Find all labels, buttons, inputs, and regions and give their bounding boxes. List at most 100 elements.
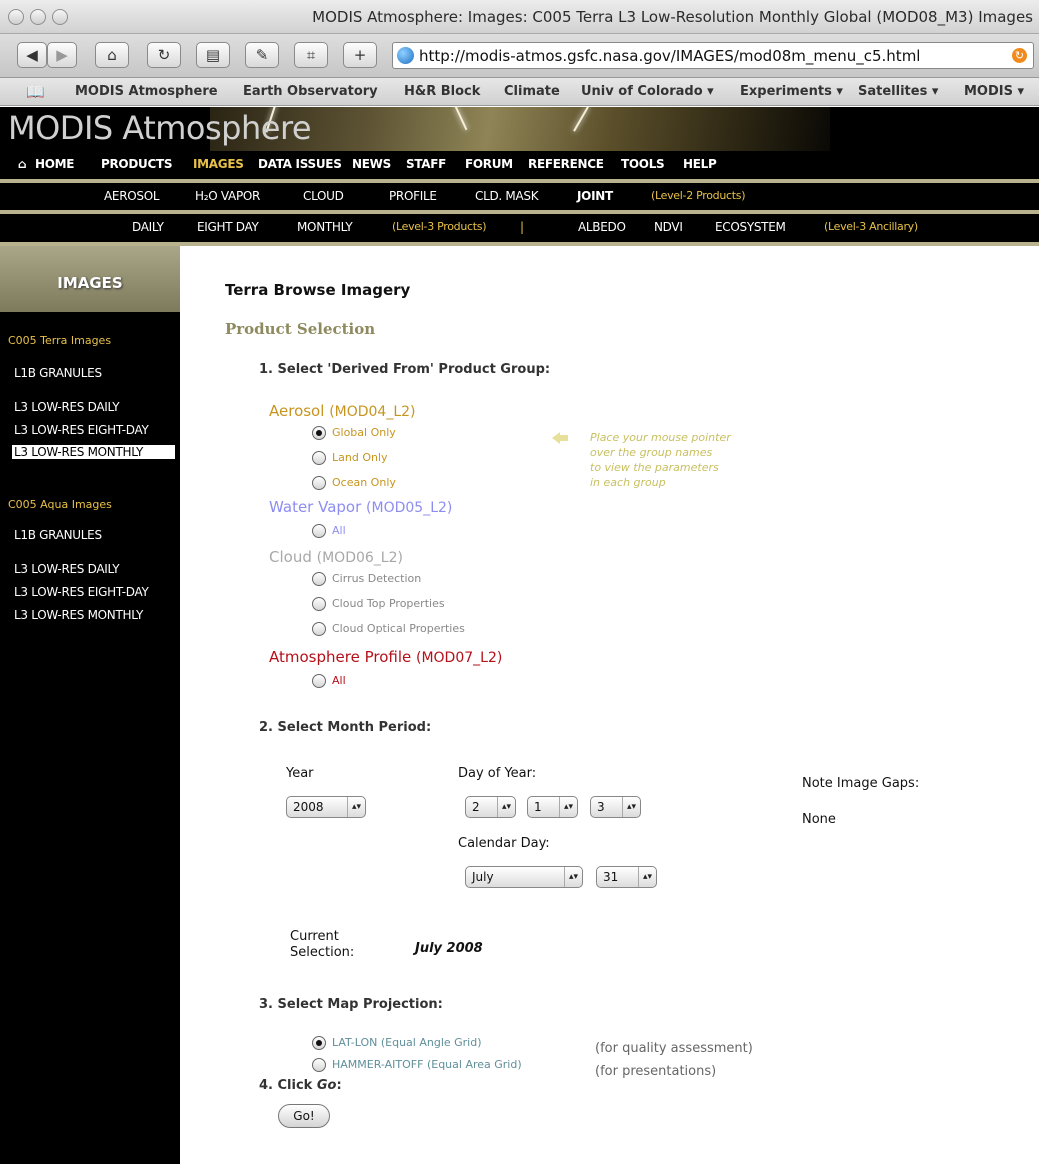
sidebar-item-aqua-l1b[interactable]: L1B GRANULES <box>14 528 102 542</box>
nav-monthly[interactable]: MONTHLY <box>297 220 353 234</box>
radio-icon[interactable] <box>312 572 326 586</box>
back-button[interactable]: ◀ <box>17 42 47 68</box>
home-nav-icon[interactable]: ⌂ <box>18 157 27 171</box>
month-select[interactable]: July ▴▾ <box>465 866 583 888</box>
doy-tens-value: 1 <box>534 800 542 814</box>
group-water-vapor[interactable]: Water Vapor (MOD05_L2) <box>269 498 452 516</box>
option-aerosol-global[interactable]: Global Only <box>312 426 396 440</box>
nav-tools[interactable]: TOOLS <box>621 157 665 171</box>
nav-images[interactable]: IMAGES <box>193 157 244 171</box>
edit-icon: ✎ <box>255 46 269 64</box>
radio-icon[interactable] <box>312 597 326 611</box>
group-aerosol-name[interactable]: Aerosol <box>269 402 324 420</box>
calendar-day-select[interactable]: 31 ▴▾ <box>596 866 657 888</box>
nav-cloud[interactable]: CLOUD <box>303 189 344 203</box>
nav-forum[interactable]: FORUM <box>465 157 513 171</box>
hint-line: Place your mouse pointer <box>590 431 731 444</box>
nav-joint[interactable]: JOINT <box>577 189 613 203</box>
projection-hammer-aitoff[interactable]: HAMMER-AITOFF (Equal Area Grid) <box>312 1058 522 1072</box>
bookmark-modis[interactable]: MODIS ▾ <box>964 84 1024 99</box>
bookmark-experiments[interactable]: Experiments ▾ <box>740 84 843 99</box>
group-profile-name[interactable]: Atmosphere Profile <box>269 648 411 666</box>
url-reload-icon[interactable]: ↻ <box>1012 48 1027 63</box>
nav-help[interactable]: HELP <box>683 157 717 171</box>
home-button[interactable]: ⌂ <box>95 42 129 68</box>
hint-line: in each group <box>590 476 666 489</box>
group-cloud-name[interactable]: Cloud <box>269 548 312 566</box>
radio-selected-icon[interactable] <box>312 426 326 440</box>
nav-staff[interactable]: STAFF <box>406 157 446 171</box>
bookmark-hr-block[interactable]: H&R Block <box>404 84 480 99</box>
group-atmosphere-profile[interactable]: Atmosphere Profile (MOD07_L2) <box>269 648 502 666</box>
nav-products[interactable]: PRODUCTS <box>101 157 172 171</box>
go-button[interactable]: Go! <box>278 1104 330 1128</box>
address-bar[interactable]: http://modis-atmos.gsfc.nasa.gov/IMAGES/… <box>392 42 1034 69</box>
radio-selected-icon[interactable] <box>312 1036 326 1050</box>
nav-data-issues[interactable]: DATA ISSUES <box>258 157 342 171</box>
close-window-button[interactable] <box>8 9 24 25</box>
radio-icon[interactable] <box>312 451 326 465</box>
zoom-window-button[interactable] <box>52 9 68 25</box>
group-cloud[interactable]: Cloud (MOD06_L2) <box>269 548 403 566</box>
window-title: MODIS Atmosphere: Images: C005 Terra L3 … <box>312 8 1033 26</box>
forward-button[interactable]: ▶ <box>47 42 77 68</box>
nav-eight-day[interactable]: EIGHT DAY <box>197 220 259 234</box>
sidebar-item-aqua-daily[interactable]: L3 LOW-RES DAILY <box>14 562 120 576</box>
bookmark-modis-atmosphere[interactable]: MODIS Atmosphere <box>75 84 218 99</box>
bookmarks-book-icon[interactable]: 📖 <box>26 83 45 101</box>
radio-icon[interactable] <box>312 622 326 636</box>
sidebar-item-aqua-monthly[interactable]: L3 LOW-RES MONTHLY <box>14 608 143 622</box>
sidebar-item-aqua-eight-day[interactable]: L3 LOW-RES EIGHT-DAY <box>14 585 149 599</box>
sidebar-item-terra-eight-day[interactable]: L3 LOW-RES EIGHT-DAY <box>14 423 149 437</box>
sidebar-item-terra-daily[interactable]: L3 LOW-RES DAILY <box>14 400 120 414</box>
radio-icon[interactable] <box>312 1058 326 1072</box>
plus-icon: + <box>353 46 367 64</box>
nav-home[interactable]: HOME <box>35 157 74 171</box>
option-aerosol-land[interactable]: Land Only <box>312 451 388 465</box>
nav-h2o-vapor[interactable]: H₂O VAPOR <box>195 189 260 203</box>
url-text[interactable]: http://modis-atmos.gsfc.nasa.gov/IMAGES/… <box>419 47 920 65</box>
radio-icon[interactable] <box>312 476 326 490</box>
sidebar-item-terra-l1b[interactable]: L1B GRANULES <box>14 366 102 380</box>
nav-albedo[interactable]: ALBEDO <box>578 220 626 234</box>
bookmark-climate[interactable]: Climate <box>504 84 560 99</box>
group-cloud-code: (MOD06_L2) <box>316 550 403 566</box>
bookmark-earth-observatory[interactable]: Earth Observatory <box>243 84 378 99</box>
snippet-button[interactable]: ⌗ <box>294 42 328 68</box>
doy-hundreds-select[interactable]: 2 ▴▾ <box>465 796 516 818</box>
projection-lat-lon[interactable]: LAT-LON (Equal Angle Grid) <box>312 1036 482 1050</box>
nav-reference[interactable]: REFERENCE <box>528 157 604 171</box>
nav-news[interactable]: NEWS <box>352 157 391 171</box>
bookmark-satellites[interactable]: Satellites ▾ <box>858 84 938 99</box>
option-water-all[interactable]: All <box>312 524 346 538</box>
doy-ones-select[interactable]: 3 ▴▾ <box>590 796 641 818</box>
radio-icon[interactable] <box>312 524 326 538</box>
bookmark-univ-colorado[interactable]: Univ of Colorado ▾ <box>581 84 714 99</box>
nav-aerosol[interactable]: AEROSOL <box>104 189 160 203</box>
year-select[interactable]: 2008 ▴▾ <box>286 796 366 818</box>
add-bookmark-button[interactable]: + <box>343 42 377 68</box>
step1-heading: 1. Select 'Derived From' Product Group: <box>259 362 551 377</box>
print-button[interactable]: ▤ <box>196 42 230 68</box>
group-aerosol[interactable]: Aerosol (MOD04_L2) <box>269 402 416 420</box>
nav-profile[interactable]: PROFILE <box>389 189 437 203</box>
main-nav: ⌂ HOME PRODUCTS IMAGES DATA ISSUES NEWS … <box>0 151 1039 179</box>
nav-daily[interactable]: DAILY <box>132 220 164 234</box>
option-profile-all[interactable]: All <box>312 674 346 688</box>
nav-cld-mask[interactable]: CLD. MASK <box>475 189 539 203</box>
option-cloud-optical[interactable]: Cloud Optical Properties <box>312 622 465 636</box>
nav-ndvi[interactable]: NDVI <box>654 220 683 234</box>
edit-button[interactable]: ✎ <box>245 42 279 68</box>
minimize-window-button[interactable] <box>30 9 46 25</box>
site-logo-title[interactable]: MODIS Atmosphere <box>8 109 312 147</box>
sidebar-item-terra-monthly[interactable]: L3 LOW-RES MONTHLY <box>12 445 175 459</box>
nav-ecosystem[interactable]: ECOSYSTEM <box>715 220 786 234</box>
option-cloud-top[interactable]: Cloud Top Properties <box>312 597 445 611</box>
doy-tens-select[interactable]: 1 ▴▾ <box>527 796 578 818</box>
option-aerosol-ocean[interactable]: Ocean Only <box>312 476 396 490</box>
reload-button[interactable]: ↻ <box>147 42 181 68</box>
projection-note: (for presentations) <box>595 1064 717 1079</box>
option-cloud-cirrus[interactable]: Cirrus Detection <box>312 572 421 586</box>
group-water-vapor-name[interactable]: Water Vapor <box>269 498 361 516</box>
radio-icon[interactable] <box>312 674 326 688</box>
